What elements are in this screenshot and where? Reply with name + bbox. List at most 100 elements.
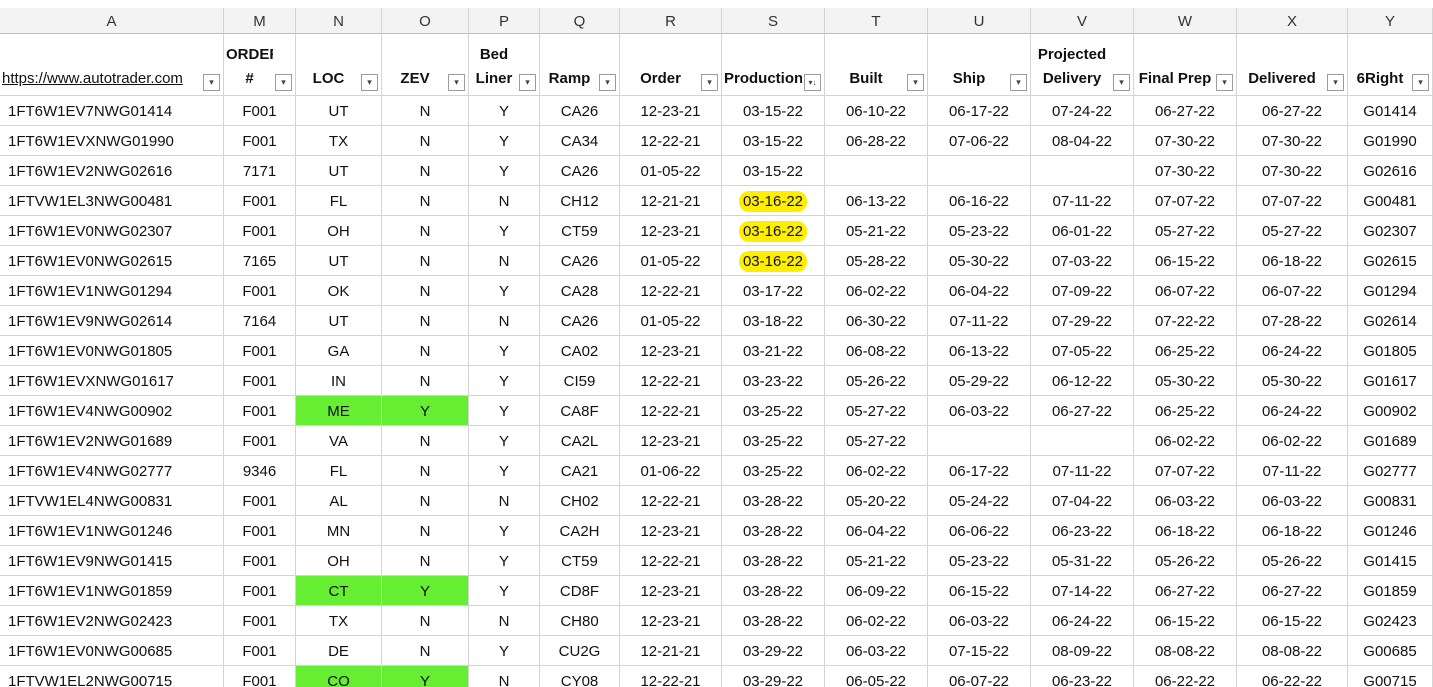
cell-col-a[interactable]: 1FT6W1EV2NWG02423 [0, 606, 224, 636]
cell-col-y[interactable]: G01294 [1348, 276, 1433, 306]
cell-col-t[interactable]: 06-02-22 [825, 456, 928, 486]
cell-col-r[interactable]: 12-23-21 [620, 96, 722, 126]
cell-col-p[interactable]: Y [469, 126, 540, 156]
cell-col-a[interactable]: 1FT6W1EV9NWG01415 [0, 546, 224, 576]
cell-col-s[interactable]: 03-28-22 [722, 576, 825, 606]
cell-col-y[interactable]: G02423 [1348, 606, 1433, 636]
cell-col-q[interactable]: CU2G [540, 636, 620, 666]
cell-col-y[interactable]: G02615 [1348, 246, 1433, 276]
cell-col-o[interactable]: N [382, 156, 469, 186]
cell-col-t[interactable]: 06-28-22 [825, 126, 928, 156]
cell-col-n[interactable]: FL [296, 456, 382, 486]
cell-col-o[interactable]: N [382, 336, 469, 366]
cell-col-u[interactable]: 06-03-22 [928, 396, 1031, 426]
cell-col-a[interactable]: 1FT6W1EV1NWG01859 [0, 576, 224, 606]
cell-col-o[interactable]: N [382, 306, 469, 336]
cell-col-w[interactable]: 07-07-22 [1134, 186, 1237, 216]
cell-col-x[interactable]: 06-27-22 [1237, 576, 1348, 606]
cell-col-s[interactable]: 03-29-22 [722, 666, 825, 687]
cell-col-p[interactable]: Y [469, 516, 540, 546]
cell-col-s[interactable]: 03-28-22 [722, 486, 825, 516]
cell-col-r[interactable]: 12-22-21 [620, 486, 722, 516]
cell-col-n[interactable]: UT [296, 306, 382, 336]
cell-col-y[interactable]: G02616 [1348, 156, 1433, 186]
filter-dropdown-icon[interactable]: ▾ [907, 74, 924, 91]
cell-col-p[interactable]: Y [469, 636, 540, 666]
filter-dropdown-icon[interactable]: ▾ [203, 74, 220, 91]
cell-col-v[interactable]: 06-23-22 [1031, 516, 1134, 546]
cell-col-a[interactable]: 1FT6W1EV1NWG01294 [0, 276, 224, 306]
cell-col-v[interactable]: 08-04-22 [1031, 126, 1134, 156]
cell-col-w[interactable]: 07-30-22 [1134, 126, 1237, 156]
cell-col-t[interactable]: 06-02-22 [825, 606, 928, 636]
header-link[interactable]: https://www.autotrader.com [2, 67, 201, 91]
cell-col-p[interactable]: Y [469, 336, 540, 366]
cell-col-n[interactable]: AL [296, 486, 382, 516]
cell-col-v[interactable]: 08-09-22 [1031, 636, 1134, 666]
cell-col-p[interactable]: N [469, 306, 540, 336]
cell-col-v[interactable]: 07-03-22 [1031, 246, 1134, 276]
cell-col-q[interactable]: CA28 [540, 276, 620, 306]
cell-col-s[interactable]: 03-21-22 [722, 336, 825, 366]
cell-col-w[interactable]: 06-07-22 [1134, 276, 1237, 306]
column-header-n[interactable]: N [296, 8, 382, 34]
cell-col-q[interactable]: CA2H [540, 516, 620, 546]
cell-col-q[interactable]: CT59 [540, 546, 620, 576]
column-header-x[interactable]: X [1237, 8, 1348, 34]
cell-col-s[interactable]: 03-16-22 [722, 186, 825, 216]
cell-col-x[interactable]: 06-03-22 [1237, 486, 1348, 516]
cell-col-p[interactable]: N [469, 186, 540, 216]
cell-col-p[interactable]: N [469, 606, 540, 636]
cell-col-y[interactable]: G01415 [1348, 546, 1433, 576]
column-header-q[interactable]: Q [540, 8, 620, 34]
cell-col-q[interactable]: CH80 [540, 606, 620, 636]
cell-col-w[interactable]: 06-25-22 [1134, 396, 1237, 426]
cell-col-q[interactable]: CT59 [540, 216, 620, 246]
cell-col-v[interactable]: 07-24-22 [1031, 96, 1134, 126]
cell-col-w[interactable]: 06-22-22 [1134, 666, 1237, 687]
cell-col-q[interactable]: CI59 [540, 366, 620, 396]
cell-col-y[interactable]: G01990 [1348, 126, 1433, 156]
cell-col-o[interactable]: N [382, 366, 469, 396]
cell-col-x[interactable]: 07-11-22 [1237, 456, 1348, 486]
cell-col-x[interactable]: 06-24-22 [1237, 336, 1348, 366]
cell-col-x[interactable]: 07-07-22 [1237, 186, 1348, 216]
cell-col-t[interactable]: 05-21-22 [825, 546, 928, 576]
cell-col-x[interactable]: 06-07-22 [1237, 276, 1348, 306]
cell-col-v[interactable]: 06-01-22 [1031, 216, 1134, 246]
filter-dropdown-icon[interactable]: ▾ [1327, 74, 1344, 91]
cell-col-q[interactable]: CA26 [540, 306, 620, 336]
cell-col-x[interactable]: 07-28-22 [1237, 306, 1348, 336]
cell-col-w[interactable]: 07-30-22 [1134, 156, 1237, 186]
cell-col-q[interactable]: CY08 [540, 666, 620, 687]
cell-col-y[interactable]: G00685 [1348, 636, 1433, 666]
cell-col-p[interactable]: Y [469, 156, 540, 186]
cell-col-n[interactable]: TX [296, 126, 382, 156]
cell-col-p[interactable]: Y [469, 216, 540, 246]
column-header-t[interactable]: T [825, 8, 928, 34]
cell-col-u[interactable]: 05-24-22 [928, 486, 1031, 516]
cell-col-o[interactable]: N [382, 246, 469, 276]
cell-col-m[interactable]: F001 [224, 186, 296, 216]
cell-col-a[interactable]: 1FTVW1EL2NWG00715 [0, 666, 224, 687]
cell-col-w[interactable]: 06-18-22 [1134, 516, 1237, 546]
cell-col-n[interactable]: OK [296, 276, 382, 306]
cell-col-s[interactable]: 03-15-22 [722, 126, 825, 156]
cell-col-w[interactable]: 06-27-22 [1134, 576, 1237, 606]
cell-col-a[interactable]: 1FT6W1EVXNWG01990 [0, 126, 224, 156]
cell-col-n[interactable]: VA [296, 426, 382, 456]
cell-col-u[interactable]: 06-03-22 [928, 606, 1031, 636]
column-header-w[interactable]: W [1134, 8, 1237, 34]
filter-dropdown-icon[interactable]: ▾ [1216, 74, 1233, 91]
cell-col-v[interactable]: 06-24-22 [1031, 606, 1134, 636]
cell-col-u[interactable]: 06-13-22 [928, 336, 1031, 366]
cell-col-v[interactable] [1031, 426, 1134, 456]
cell-col-u[interactable]: 07-11-22 [928, 306, 1031, 336]
cell-col-t[interactable]: 06-10-22 [825, 96, 928, 126]
cell-col-m[interactable]: F001 [224, 486, 296, 516]
cell-col-o[interactable]: N [382, 276, 469, 306]
cell-col-s[interactable]: 03-25-22 [722, 396, 825, 426]
cell-col-o[interactable]: N [382, 606, 469, 636]
cell-col-q[interactable]: CA8F [540, 396, 620, 426]
cell-col-w[interactable]: 07-22-22 [1134, 306, 1237, 336]
